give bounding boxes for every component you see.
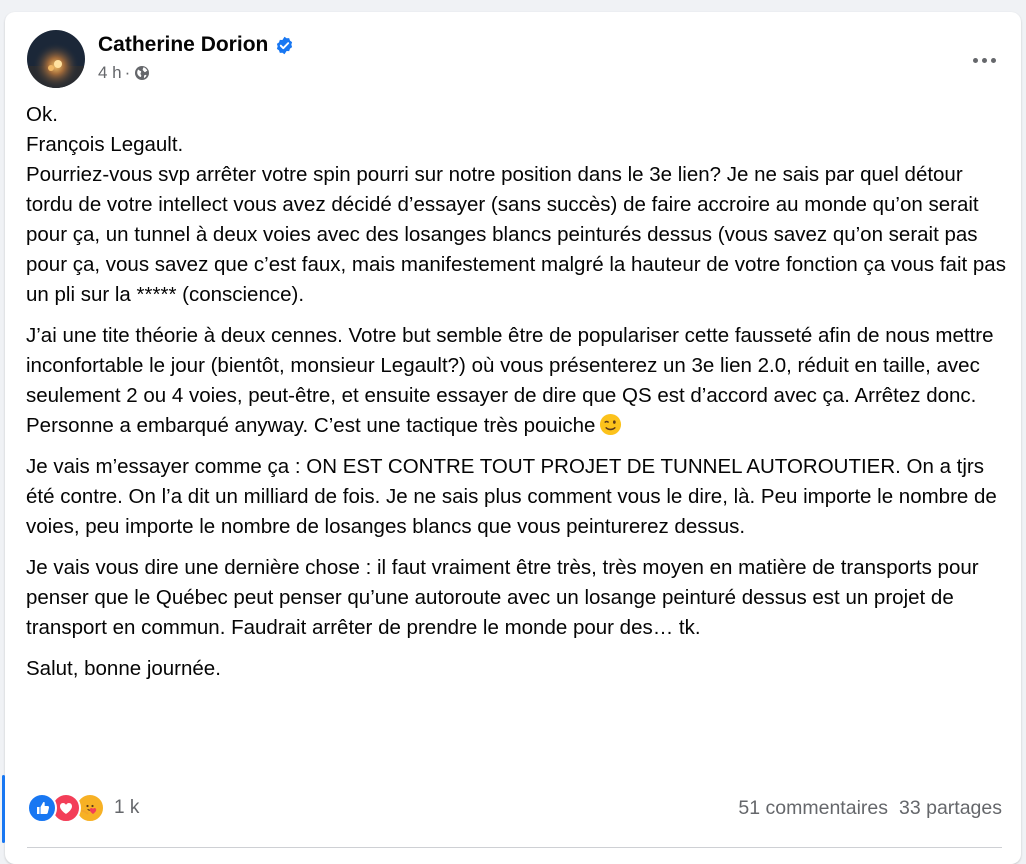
comments-count-link[interactable]: 51 commentaires	[738, 797, 888, 820]
paragraph-2: J’ai une tite théorie à deux cennes. Vot…	[26, 321, 1006, 441]
post-meta: 4 h ·	[98, 63, 150, 83]
globe-icon[interactable]	[134, 65, 150, 81]
shares-count-link[interactable]: 33 partages	[899, 797, 1002, 820]
reaction-count[interactable]: 1 k	[114, 797, 139, 819]
paragraph-text: J’ai une tite théorie à deux cennes. Vot…	[26, 324, 994, 437]
author-name[interactable]: Catherine Dorion	[98, 33, 268, 57]
author-avatar[interactable]	[27, 30, 85, 88]
paragraph-3: Je vais m’essayer comme ça : ON EST CONT…	[26, 455, 997, 538]
more-horizontal-icon	[990, 57, 996, 63]
winking-face-icon	[599, 413, 622, 436]
paragraph-5: Salut, bonne journée.	[26, 657, 221, 680]
post-card: Catherine Dorion 4 h · Ok. François Lega…	[5, 12, 1021, 864]
like-icon	[27, 793, 57, 823]
more-horizontal-icon	[981, 57, 987, 63]
engagement-bar: 1 k 51 commentaires 33 partages	[27, 787, 1002, 829]
engagement-stats: 51 commentaires 33 partages	[738, 797, 1002, 820]
more-horizontal-icon	[972, 57, 978, 63]
text-line: François Legault.	[26, 133, 184, 156]
paragraph-4: Je vais vous dire une dernière chose : i…	[26, 556, 979, 639]
verified-badge-icon	[275, 36, 294, 55]
text-line: Ok.	[26, 103, 58, 126]
post-timestamp[interactable]: 4 h	[98, 63, 122, 83]
post-header: Catherine Dorion 4 h ·	[27, 30, 1002, 92]
meta-separator: ·	[124, 63, 131, 82]
footer-divider	[27, 847, 1002, 848]
more-options-button[interactable]	[966, 42, 1002, 78]
post-text: Ok. François Legault. Pourriez-vous svp …	[26, 100, 1006, 695]
selection-accent-bar	[2, 775, 5, 843]
reactions-summary[interactable]: 1 k	[27, 793, 139, 823]
text-line: Pourriez-vous svp arrêter votre spin pou…	[26, 163, 1006, 306]
paragraph-1: Ok. François Legault. Pourriez-vous svp …	[26, 100, 1006, 310]
